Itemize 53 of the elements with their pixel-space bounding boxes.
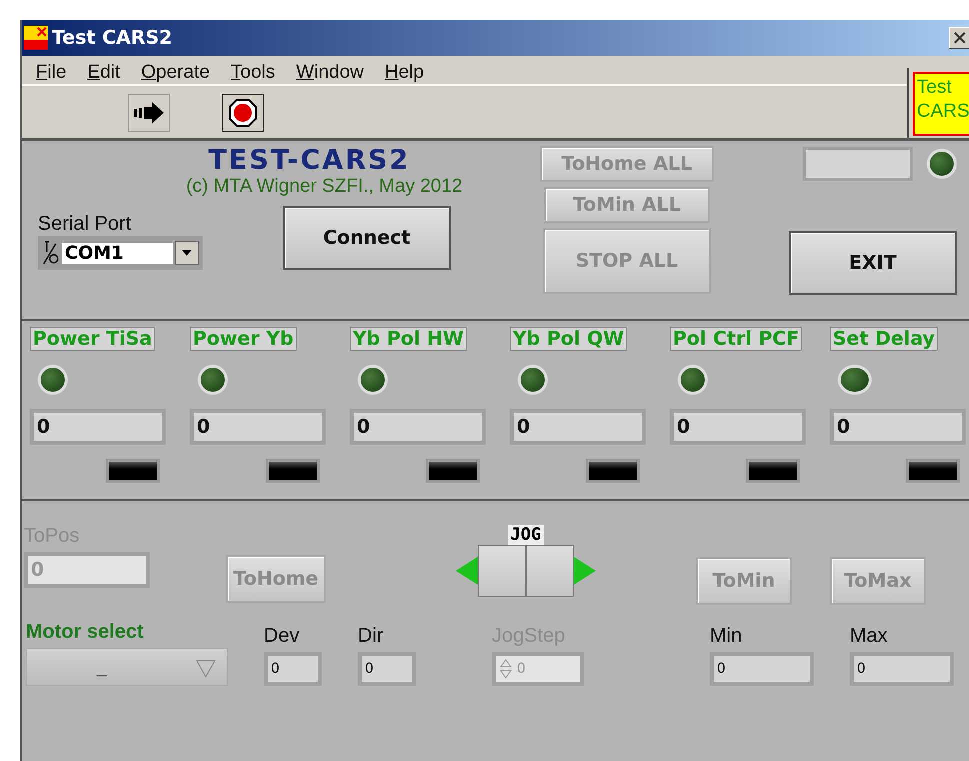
- value-field: 0: [830, 409, 966, 445]
- stop-icon: [229, 99, 257, 127]
- field-label: Dev: [264, 625, 300, 648]
- indicator-bar: [746, 459, 800, 483]
- channel-label: Yb Pol QW: [510, 327, 628, 351]
- channel-label: Set Delay: [830, 327, 938, 351]
- icon-text: Test: [917, 76, 953, 100]
- abort-button[interactable]: [222, 94, 264, 132]
- field-label: Serial Port: [38, 213, 132, 236]
- menu-item[interactable]: File: [36, 62, 67, 78]
- channel-label: Yb Pol HW: [350, 327, 467, 351]
- run-button[interactable]: [128, 94, 170, 132]
- menu-item[interactable]: Edit: [88, 62, 120, 78]
- exit-button[interactable]: EXIT: [789, 231, 957, 295]
- value-field: 0: [190, 409, 326, 445]
- app-title: TEST-CARS2: [208, 145, 410, 176]
- numeric-field[interactable]: 0: [264, 652, 322, 686]
- connect-button[interactable]: Connect: [283, 206, 451, 270]
- jog-label: JOG: [508, 525, 544, 545]
- io-icon: [42, 240, 60, 266]
- field-label: Max: [850, 625, 888, 648]
- channel-label: Power TiSa: [30, 327, 156, 351]
- indicator-bar: [906, 459, 960, 483]
- value-field: 0: [350, 409, 486, 445]
- indicator-bar: [426, 459, 480, 483]
- window-title: Test CARS2: [52, 27, 174, 49]
- field-label: Motor select: [26, 621, 144, 644]
- close-icon: [954, 32, 966, 44]
- field-label: Min: [710, 625, 742, 648]
- indicator-bar: [586, 459, 640, 483]
- close-button[interactable]: [949, 27, 969, 49]
- channel-label: Pol Ctrl PCF: [670, 327, 802, 351]
- jog-button[interactable]: [526, 545, 574, 597]
- menu-item[interactable]: Window: [296, 62, 364, 78]
- indicator-bar: [106, 459, 160, 483]
- value-field: 0: [30, 409, 166, 445]
- numeric-field[interactable]: 0: [358, 652, 416, 686]
- spinner-icon[interactable]: [499, 658, 513, 680]
- jog-button[interactable]: [478, 545, 526, 597]
- arrow-icon: [134, 102, 164, 124]
- numeric-field[interactable]: 0: [850, 652, 954, 686]
- serial-port-dropdown[interactable]: COM1: [38, 236, 203, 270]
- numeric-field[interactable]: 0: [710, 652, 814, 686]
- value-field: 0: [510, 409, 646, 445]
- channel-label: Power Yb: [190, 327, 297, 351]
- field-label: Dir: [358, 625, 384, 648]
- copyright-text: (c) MTA Wigner SZFI., May 2012: [186, 176, 463, 198]
- motor-select-dropdown[interactable]: _: [26, 648, 228, 686]
- menu-item[interactable]: Tools: [231, 62, 276, 78]
- value-field: 0: [670, 409, 806, 445]
- indicator-bar: [266, 459, 320, 483]
- app-icon: [24, 26, 48, 50]
- icon-text: CARS: [917, 100, 967, 124]
